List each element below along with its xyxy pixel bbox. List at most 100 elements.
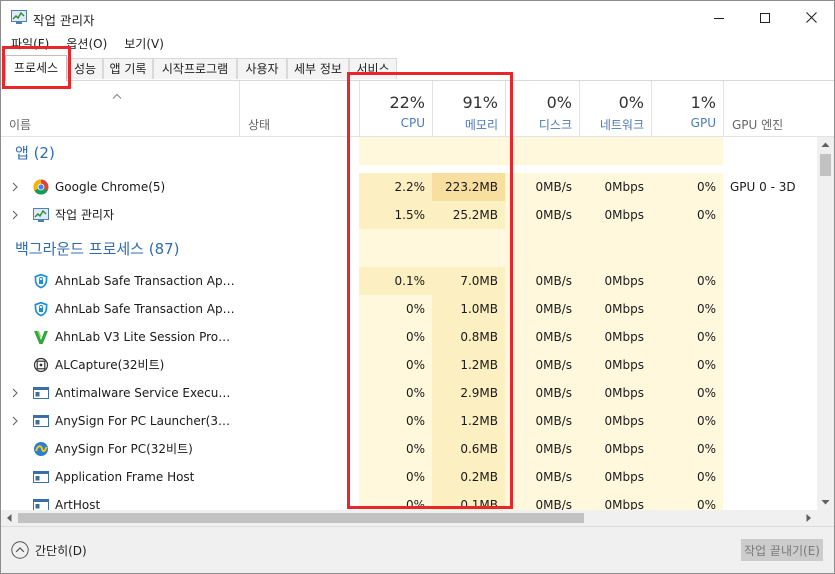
disk-cell: 0MB/s (505, 173, 579, 201)
network-cell: 0Mbps (579, 295, 651, 323)
vertical-scroll-thumb[interactable] (820, 154, 831, 176)
cpu-cell: 0.1% (359, 267, 432, 295)
column-network-header[interactable]: 0% 네트워크 (579, 81, 651, 136)
memory-cell: 1.2MB (432, 351, 505, 379)
chevron-right-icon[interactable] (11, 388, 19, 398)
process-name: AhnLab Safe Transaction Appli... (55, 302, 235, 316)
scrollbar-corner (817, 510, 834, 526)
horizontal-scroll-thumb[interactable] (18, 513, 584, 523)
chevron-right-icon[interactable] (11, 416, 19, 426)
menu-options[interactable]: 옵션(O) (56, 34, 114, 54)
process-name: AhnLab V3 Lite Session Proces... (55, 330, 235, 344)
tab-details[interactable]: 세부 정보 (287, 58, 349, 79)
tab-services[interactable]: 서비스 (349, 58, 397, 79)
task-manager-icon (11, 10, 27, 24)
cpu-cell: 0% (359, 407, 432, 435)
column-status-header[interactable]: 상태 (239, 81, 359, 136)
process-row[interactable]: Application Frame Host 0% 0.2MB 0MB/s 0M… (1, 463, 817, 491)
tab-startup[interactable]: 시작프로그램 (153, 58, 237, 79)
chevron-right-icon[interactable] (11, 182, 19, 192)
memory-cell: 1.0MB (432, 295, 505, 323)
group-header-apps[interactable]: 앱 (2) (1, 137, 817, 165)
column-cpu-header[interactable]: 22% CPU (359, 81, 432, 136)
scroll-up-icon[interactable] (817, 137, 834, 153)
vertical-scrollbar[interactable] (817, 137, 834, 510)
memory-cell: 7.0MB (432, 267, 505, 295)
disk-total-percent: 0% (546, 93, 572, 112)
gpu-cell: 0% (651, 173, 723, 201)
column-gpu-engine-header[interactable]: GPU 엔진 (723, 81, 818, 136)
cpu-cell: 0% (359, 323, 432, 351)
memory-cell: 0.2MB (432, 463, 505, 491)
cpu-cell: 1.5% (359, 201, 432, 229)
process-name: Antimalware Service Executable (55, 386, 235, 400)
close-button[interactable] (788, 1, 834, 34)
network-cell: 0Mbps (579, 267, 651, 295)
column-disk-header[interactable]: 0% 디스크 (505, 81, 579, 136)
maximize-button[interactable] (742, 1, 788, 34)
menu-file[interactable]: 파일(F) (1, 34, 56, 54)
network-cell: 0Mbps (579, 379, 651, 407)
task-manager-icon (33, 208, 49, 222)
gpu-column-label: GPU (690, 116, 716, 130)
tab-processes[interactable]: 프로세스 (5, 55, 67, 81)
memory-cell: 0.1MB (432, 491, 505, 510)
memory-cell: 0.6MB (432, 435, 505, 463)
ahnlab-shield-icon (34, 301, 48, 317)
tab-bar: 프로세스 성능 앱 기록 시작프로그램 사용자 세부 정보 서비스 (1, 54, 834, 81)
network-column-label: 네트워크 (599, 118, 644, 132)
column-gpu-header[interactable]: 1% GPU (651, 81, 723, 136)
network-cell: 0Mbps (579, 407, 651, 435)
tab-users[interactable]: 사용자 (237, 58, 287, 79)
chevron-right-icon[interactable] (11, 210, 19, 220)
menu-view[interactable]: 보기(V) (114, 34, 171, 54)
cpu-cell: 0% (359, 379, 432, 407)
process-name: Google Chrome(5) (55, 180, 166, 194)
end-task-button[interactable]: 작업 끝내기(E) (741, 539, 823, 561)
cpu-total-percent: 22% (389, 93, 425, 112)
process-name: 작업 관리자 (55, 208, 115, 222)
column-name-header[interactable]: 이름 (1, 81, 239, 136)
cpu-cell: 2.2% (359, 173, 432, 201)
tab-performance[interactable]: 성능 (67, 58, 103, 79)
network-cell: 0Mbps (579, 351, 651, 379)
close-icon (805, 12, 817, 23)
process-row[interactable]: Google Chrome(5) 2.2% 223.2MB 0MB/s 0Mbp… (1, 173, 817, 201)
task-manager-window: 작업 관리자 파일(F) 옵션(O) 보기(V) 프로세스 성능 앱 기록 시작… (0, 0, 835, 574)
gpu-engine-cell (730, 201, 817, 229)
column-status-label: 상태 (248, 118, 271, 132)
process-name: AhnLab Safe Transaction Appli... (55, 274, 235, 288)
process-row[interactable]: AnySign For PC(32비트) 0% 0.6MB 0MB/s 0Mbp… (1, 435, 817, 463)
process-row[interactable]: ArtHost 0% 0.1MB 0MB/s 0Mbps 0% (1, 491, 817, 510)
cpu-cell: 0% (359, 351, 432, 379)
process-row[interactable]: ALCapture(32비트) 0% 1.2MB 0MB/s 0Mbps 0% (1, 351, 817, 379)
process-row[interactable]: Antimalware Service Executable 0% 2.9MB … (1, 379, 817, 407)
gpu-cell: 0% (651, 379, 723, 407)
process-row[interactable]: AnySign For PC Launcher(32비... 0% 1.2MB … (1, 407, 817, 435)
column-memory-header[interactable]: 91% 메모리 (432, 81, 505, 136)
gpu-cell: 0% (651, 491, 723, 510)
scroll-down-icon[interactable] (817, 494, 834, 510)
scroll-right-icon[interactable] (800, 510, 817, 526)
process-row[interactable]: AhnLab V3 Lite Session Proces... 0% 0.8M… (1, 323, 817, 351)
memory-column-label: 메모리 (464, 118, 498, 132)
disk-column-label: 디스크 (538, 118, 572, 132)
window-title: 작업 관리자 (33, 13, 95, 28)
scroll-left-icon[interactable] (1, 510, 18, 526)
group-header-background[interactable]: 백그라운드 프로세스 (87) (1, 229, 817, 267)
disk-cell: 0MB/s (505, 295, 579, 323)
tab-app-history[interactable]: 앱 기록 (103, 58, 153, 79)
minimize-button[interactable] (696, 1, 742, 34)
sort-up-icon (112, 93, 122, 99)
disk-cell: 0MB/s (505, 491, 579, 510)
chevron-up-circle-icon (11, 541, 29, 559)
horizontal-scrollbar[interactable] (1, 510, 817, 526)
title-bar[interactable]: 작업 관리자 (1, 1, 834, 34)
menu-bar: 파일(F) 옵션(O) 보기(V) (1, 34, 834, 54)
process-row[interactable]: AhnLab Safe Transaction Appli... 0.1% 7.… (1, 267, 817, 295)
gpu-engine-column-label: GPU 엔진 (732, 118, 784, 132)
gpu-cell: 0% (651, 435, 723, 463)
process-row[interactable]: AhnLab Safe Transaction Appli... 0% 1.0M… (1, 295, 817, 323)
fewer-details-button[interactable]: 간단히(D) (11, 540, 87, 560)
process-row[interactable]: 작업 관리자 1.5% 25.2MB 0MB/s 0Mbps 0% (1, 201, 817, 229)
